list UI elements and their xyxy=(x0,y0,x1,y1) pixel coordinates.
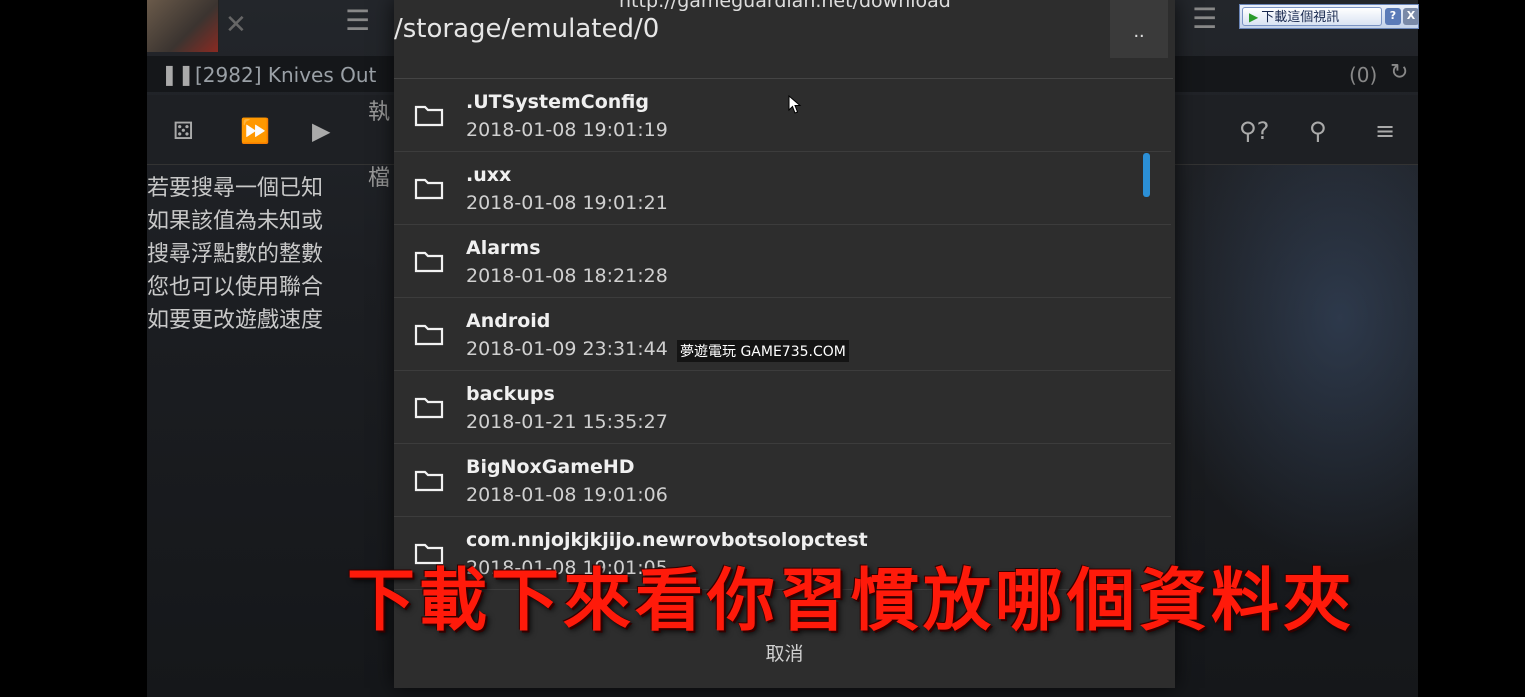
random-icon: ⚄ xyxy=(173,117,194,145)
folder-row[interactable]: .UTSystemConfig 2018-01-08 19:01:19 xyxy=(394,79,1171,152)
folder-row[interactable]: BigNoxGameHD 2018-01-08 19:01:06 xyxy=(394,444,1171,517)
process-label: [2982] Knives Out xyxy=(195,63,377,87)
folder-date: 2018-01-08 19:01:21 xyxy=(466,192,668,214)
game-thumbnail xyxy=(147,0,219,52)
folder-name: backups xyxy=(466,383,555,405)
help-line: 如果該值為未知或 xyxy=(147,209,324,234)
help-line: 您也可以使用聯合 xyxy=(147,275,324,300)
folder-date: 2018-01-08 18:21:28 xyxy=(466,265,668,287)
folder-icon xyxy=(414,324,444,346)
mouse-cursor-icon xyxy=(788,95,802,114)
side-label: 檔 xyxy=(368,166,391,191)
refresh-icon: ↻ xyxy=(1390,60,1409,85)
search-icon: ⚲ xyxy=(1309,117,1327,145)
folder-icon xyxy=(414,251,444,273)
help-line: 若要搜尋一個已知 xyxy=(147,176,324,201)
pause-icon: ❚❚ xyxy=(161,62,195,86)
folder-icon xyxy=(414,105,444,127)
list-menu-icon: ☰ xyxy=(1192,2,1218,35)
side-label: 執 xyxy=(368,100,391,125)
close-icon: ✕ xyxy=(225,10,247,40)
current-path: /storage/emulated/0 xyxy=(394,14,660,44)
scrollbar-thumb[interactable] xyxy=(1143,153,1150,197)
help-line: 如要更改遊戲速度 xyxy=(147,308,324,333)
background-glow xyxy=(1158,150,1418,570)
watermark: 夢遊電玩 GAME735.COM xyxy=(677,340,849,362)
folder-icon xyxy=(414,470,444,492)
folder-date: 2018-01-08 19:01:19 xyxy=(466,119,668,141)
folder-date: 2018-01-08 19:01:06 xyxy=(466,484,668,506)
folder-name: Android xyxy=(466,310,551,332)
play-icon: ▶ xyxy=(1249,10,1259,24)
subtitle-caption: 下載下來看你習慣放哪個資料夾 xyxy=(347,562,1356,641)
folder-icon xyxy=(414,397,444,419)
download-video-button[interactable]: ▶ 下載這個視訊 xyxy=(1242,7,1382,26)
folder-date: 2018-01-09 23:31:44 xyxy=(466,338,668,360)
folder-name: Alarms xyxy=(466,237,541,259)
help-icon[interactable]: ? xyxy=(1385,8,1401,25)
folder-date: 2018-01-21 15:35:27 xyxy=(466,411,668,433)
help-text: 若要搜尋一個已知 如果該值為未知或 搜尋浮點數的整數 您也可以使用聯合 如要更改遊戲速度 xyxy=(147,172,323,337)
folder-name: .UTSystemConfig xyxy=(466,91,649,113)
url-hint: http://gameguardian.net/download xyxy=(619,0,951,12)
download-label: 下載這個視訊 xyxy=(1261,9,1340,24)
parent-directory-button[interactable]: .. xyxy=(1110,0,1168,58)
results-count: (0) xyxy=(1349,63,1378,87)
sliders-icon: ☰ xyxy=(345,4,371,37)
video-frame: ✕ ☰ ☰ ❚❚ [2982] Knives Out (0) ↻ ⚄ ⏩ ▶ ⚲… xyxy=(147,0,1418,697)
folder-row[interactable]: backups 2018-01-21 15:35:27 xyxy=(394,371,1171,444)
folder-row[interactable]: Alarms 2018-01-08 18:21:28 xyxy=(394,225,1171,298)
close-icon[interactable]: X xyxy=(1403,8,1419,25)
menu-icon: ≡ xyxy=(1375,117,1396,145)
folder-icon xyxy=(414,178,444,200)
help-line: 搜尋浮點數的整數 xyxy=(147,242,324,267)
play-icon: ▶ xyxy=(312,117,331,145)
fast-forward-icon: ⏩ xyxy=(240,117,270,145)
folder-row[interactable]: .uxx 2018-01-08 19:01:21 xyxy=(394,152,1171,225)
folder-name: .uxx xyxy=(466,164,512,186)
folder-name: BigNoxGameHD xyxy=(466,456,635,478)
search-help-icon: ⚲? xyxy=(1239,117,1270,145)
download-video-toolbar: ▶ 下載這個視訊 ? X xyxy=(1239,4,1419,29)
